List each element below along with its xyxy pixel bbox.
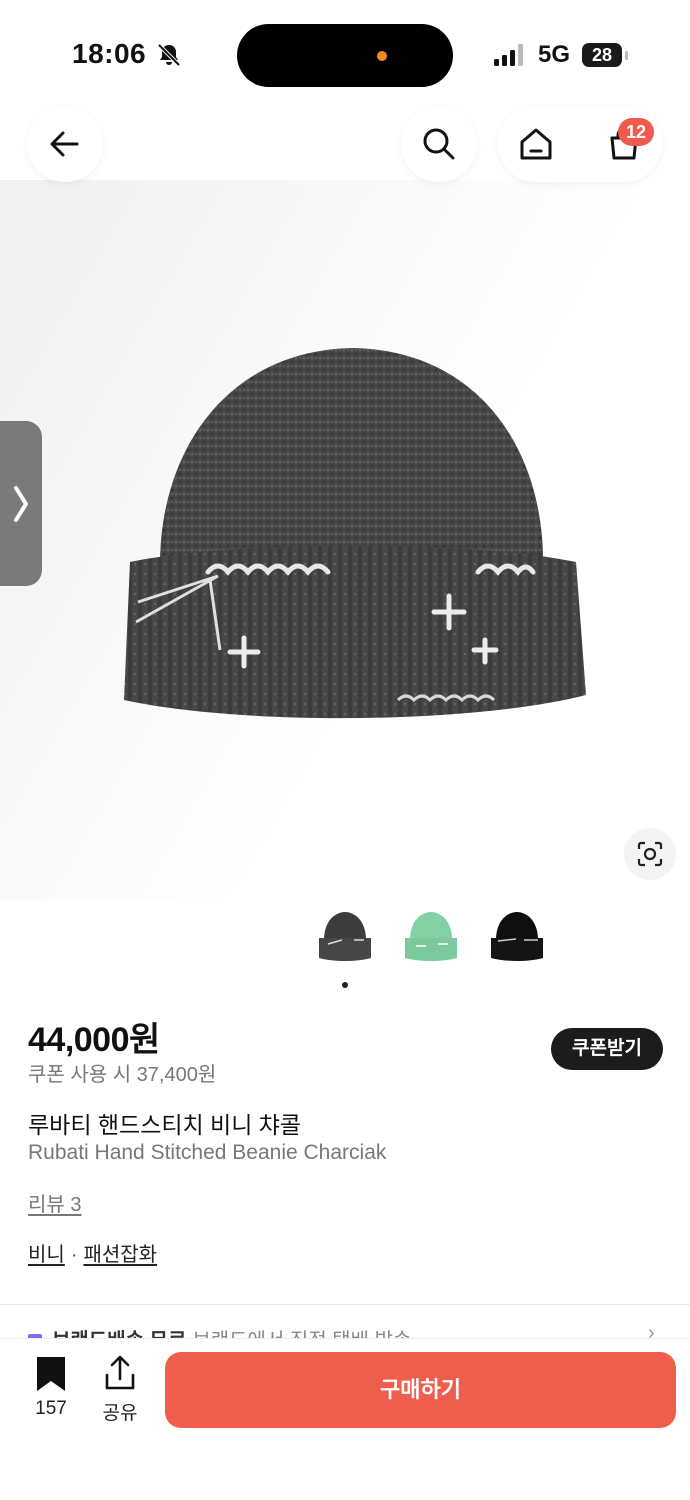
beanie-thumbnail-image — [319, 912, 371, 961]
bell-muted-icon — [157, 43, 181, 67]
chevron-right-icon — [14, 485, 28, 522]
product-price: 44,000원 — [28, 1021, 160, 1059]
category-breadcrumb: 비니 · 패션잡화 — [28, 1238, 157, 1267]
gallery-page-indicator — [342, 982, 348, 988]
privacy-indicator — [377, 51, 387, 61]
cellular-signal-icon — [494, 44, 523, 66]
review-link[interactable]: 리뷰 3 — [28, 1188, 81, 1217]
thumbnail-black[interactable] — [488, 908, 546, 964]
coupon-price: 쿠폰 사용 시 37,400원 — [28, 1064, 217, 1086]
side-drawer-handle[interactable] — [0, 421, 42, 586]
dynamic-island — [237, 24, 453, 87]
cart-badge: 12 — [618, 118, 654, 146]
bookmark-button[interactable]: 157 — [28, 1352, 74, 1422]
bookmark-icon — [37, 1357, 65, 1391]
home-icon — [520, 128, 552, 160]
back-arrow-icon — [50, 131, 79, 157]
thumbnail-charcoal[interactable] — [316, 908, 374, 964]
back-button[interactable] — [27, 106, 103, 182]
buy-button[interactable]: 구매하기 — [165, 1352, 676, 1428]
share-label: 공유 — [102, 1403, 138, 1424]
beanie-thumbnail-image — [405, 912, 457, 961]
category-separator: · — [70, 1244, 78, 1266]
beanie-thumbnail-image — [491, 912, 543, 961]
status-time: 18:06 — [72, 38, 147, 69]
share-icon — [105, 1355, 135, 1390]
search-icon — [423, 128, 455, 160]
lens-icon — [637, 841, 663, 867]
product-image-beanie — [124, 348, 586, 719]
category-link-beanie[interactable]: 비니 — [28, 1244, 65, 1266]
battery-cap — [625, 51, 628, 60]
search-button[interactable] — [401, 106, 477, 182]
product-name-korean: 루바티 핸드스티치 비니 챠콜 — [28, 1112, 302, 1138]
network-type: 5G — [538, 41, 571, 68]
share-button[interactable]: 공유 — [96, 1352, 144, 1424]
battery-icon: 28 — [582, 43, 622, 67]
visual-search-button[interactable] — [624, 828, 676, 880]
get-coupon-button[interactable]: 쿠폰받기 — [551, 1028, 663, 1070]
status-bar: 18:06 5G 28 — [0, 0, 690, 100]
bookmark-count: 157 — [35, 1398, 67, 1419]
home-button[interactable] — [498, 106, 574, 182]
thumbnail-mint[interactable] — [402, 908, 460, 964]
category-link-fashion-accessories[interactable]: 패션잡화 — [83, 1244, 157, 1266]
section-divider — [0, 1304, 690, 1305]
product-name-english: Rubati Hand Stitched Beanie Charciak — [28, 1141, 387, 1164]
